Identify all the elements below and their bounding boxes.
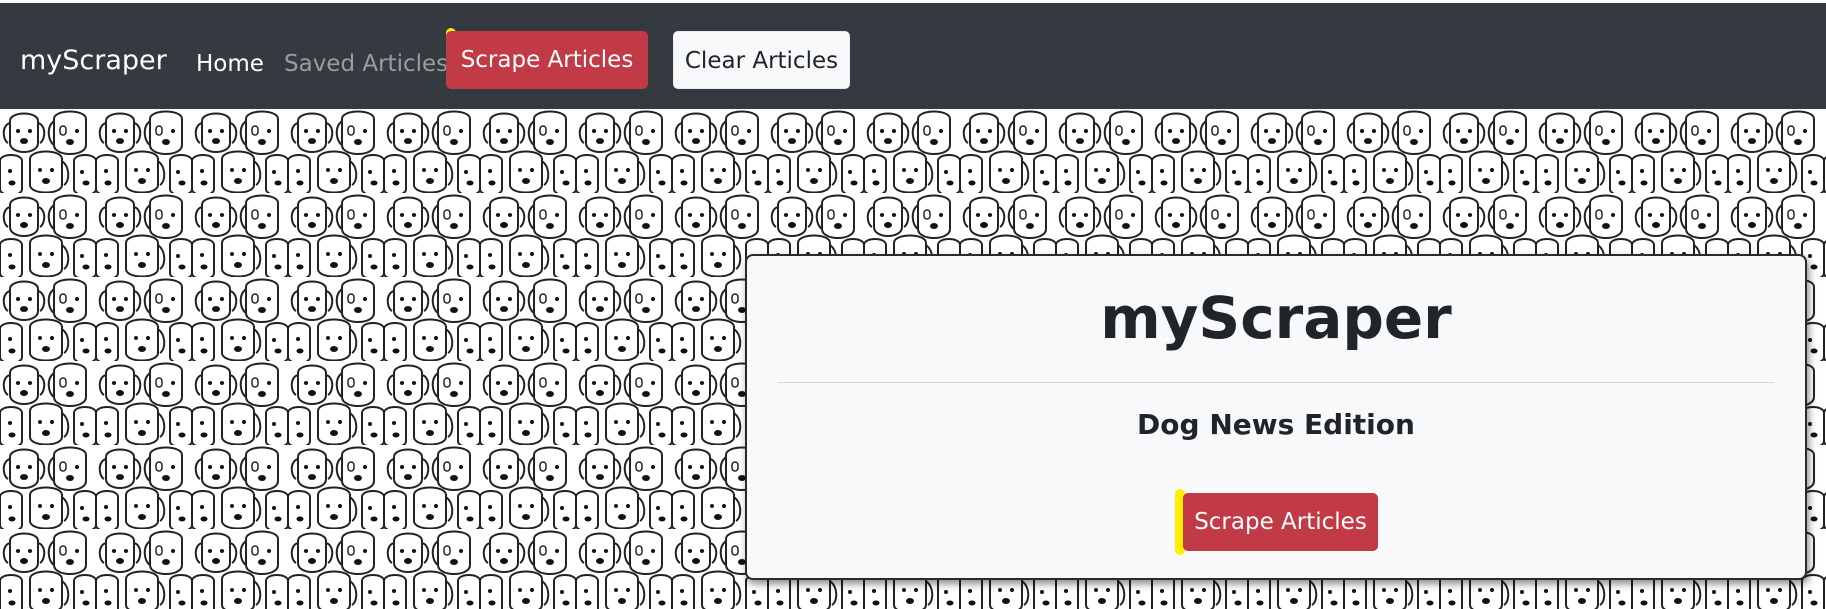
jumbotron-scrape-articles-button[interactable]: Scrape Articles [1183, 493, 1378, 551]
nav-scrape-articles-button[interactable]: Scrape Articles [446, 31, 648, 89]
jumbotron-title: myScraper [1100, 284, 1452, 352]
nav-home-link[interactable]: Home [196, 50, 264, 78]
nav-saved-articles-link[interactable]: Saved Articles [284, 50, 448, 78]
jumbotron-divider [778, 382, 1774, 383]
nav-clear-articles-button[interactable]: Clear Articles [673, 31, 850, 89]
jumbotron-subtitle: Dog News Edition [1137, 408, 1415, 441]
top-navbar: myScraper Home Saved Articles Scrape Art… [0, 3, 1826, 109]
navbar-brand[interactable]: myScraper [20, 45, 167, 77]
jumbotron-panel: myScraper Dog News Edition Scrape Articl… [745, 254, 1807, 580]
